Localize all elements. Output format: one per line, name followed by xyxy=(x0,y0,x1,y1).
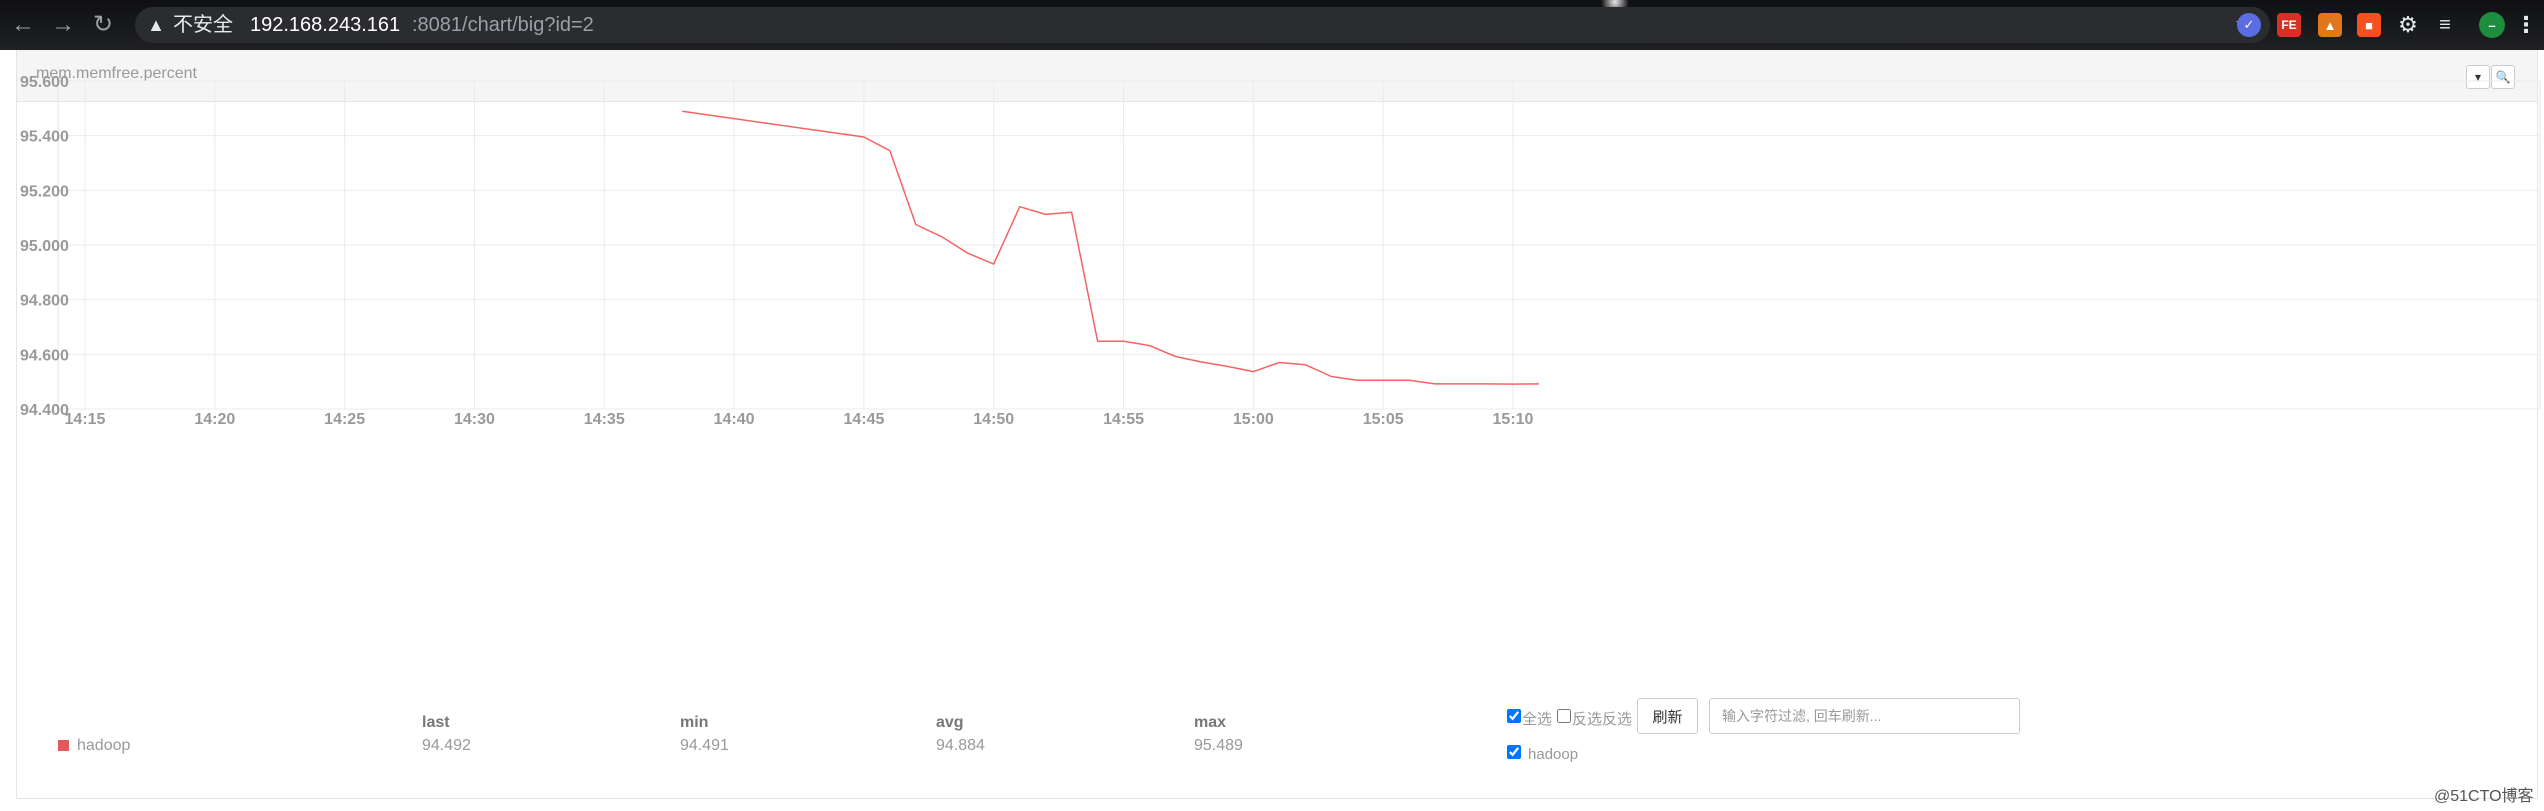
x-tick-label: 15:10 xyxy=(1493,411,1534,428)
x-tick-label: 14:20 xyxy=(194,411,235,428)
select-all-label[interactable]: 全选 xyxy=(1522,708,1552,729)
stat-header-min: min xyxy=(680,714,709,731)
x-tick-label: 14:45 xyxy=(843,411,884,428)
y-tick-label: 95.600 xyxy=(20,74,69,91)
series-line-hadoop xyxy=(682,110,1540,385)
legend-series-name[interactable]: hadoop xyxy=(77,737,130,755)
y-tick-label: 95.200 xyxy=(20,183,69,200)
stat-header-last: last xyxy=(422,714,450,731)
invert-selection-label[interactable]: 反选 xyxy=(1602,708,1632,729)
x-tick-label: 15:05 xyxy=(1363,411,1404,428)
legend-swatch-hadoop xyxy=(58,740,69,751)
stat-value-min: 94.491 xyxy=(680,737,729,754)
y-tick-label: 94.600 xyxy=(20,347,69,364)
stat-value-avg: 94.884 xyxy=(936,737,985,754)
invert-checkbox[interactable] xyxy=(1557,709,1571,723)
stat-value-max: 95.489 xyxy=(1194,737,1243,754)
stat-header-avg: avg xyxy=(936,714,964,731)
stat-header-max: max xyxy=(1194,714,1227,731)
filter-input[interactable] xyxy=(1709,698,2020,734)
stat-value-last: 94.492 xyxy=(422,737,471,754)
x-tick-label: 14:35 xyxy=(584,411,625,428)
x-tick-label: 14:40 xyxy=(714,411,755,428)
x-tick-label: 14:15 xyxy=(65,411,106,428)
y-tick-label: 95.400 xyxy=(20,129,69,146)
y-tick-label: 94.800 xyxy=(20,293,69,310)
watermark: @51CTO博客 xyxy=(2434,788,2534,805)
y-tick-label: 94.400 xyxy=(20,402,69,419)
x-tick-label: 14:50 xyxy=(973,411,1014,428)
x-tick-label: 14:55 xyxy=(1103,411,1144,428)
x-tick-label: 15:00 xyxy=(1233,411,1274,428)
select-all-checkbox[interactable] xyxy=(1507,709,1521,723)
invert-label[interactable]: 反选 xyxy=(1572,708,1602,729)
y-tick-label: 95.000 xyxy=(20,238,69,255)
line-chart: 95.600 95.400 95.200 95.000 94.800 94.600 94.4… xyxy=(20,74,2541,428)
x-tick-label: 14:30 xyxy=(454,411,495,428)
host-hadoop-label[interactable]: hadoop xyxy=(1528,746,1578,763)
x-tick-label: 14:25 xyxy=(324,411,365,428)
host-hadoop-checkbox[interactable] xyxy=(1507,745,1521,759)
refresh-button[interactable]: 刷新 xyxy=(1637,698,1698,734)
